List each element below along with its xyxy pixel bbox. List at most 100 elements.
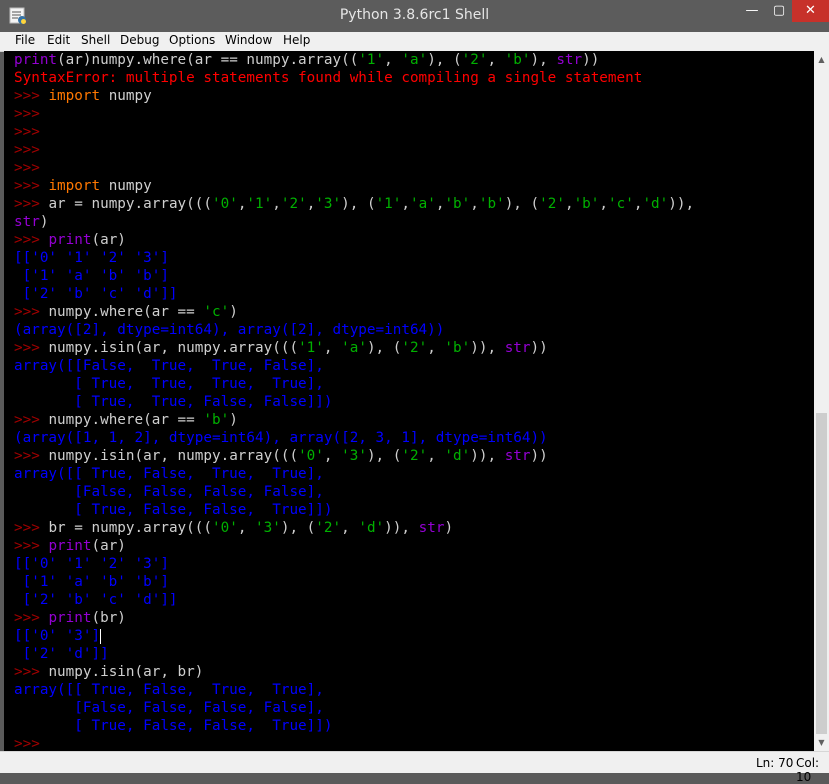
code-text: ), ( <box>280 520 316 536</box>
builtin-text: str <box>504 448 531 464</box>
shell-lines: print(ar)numpy.where(ar == numpy.array((… <box>14 51 694 751</box>
code-text: (br) <box>91 610 126 626</box>
scroll-thumb[interactable] <box>816 413 827 734</box>
code-text: ) <box>229 412 238 428</box>
string-literal: '2' <box>315 520 342 536</box>
string-literal: 'd' <box>358 520 385 536</box>
string-literal: '2' <box>401 448 428 464</box>
code-text: , <box>564 196 574 212</box>
vertical-scrollbar[interactable]: ▲ ▼ <box>814 51 829 751</box>
shell-line: [['0' '1' '2' '3'] <box>14 555 694 573</box>
string-literal: '2' <box>280 196 307 212</box>
menu-options[interactable]: Options <box>169 33 215 47</box>
code-text: (ar) <box>91 538 126 554</box>
code-text: ) <box>229 304 238 320</box>
shell-line: [ True, True, False, False]]) <box>14 393 694 411</box>
shell-line: array([[ True, False, True, True], <box>14 465 694 483</box>
code-text: ), <box>530 52 557 68</box>
builtin-text: print <box>14 52 58 68</box>
output-text: [ True, False, False, True]]) <box>14 718 333 734</box>
string-literal: '3' <box>315 196 342 212</box>
code-text: , <box>272 196 281 212</box>
output-text: [False, False, False, False], <box>14 700 324 716</box>
output-text: [ True, True, False, False]]) <box>14 394 333 410</box>
code-text: numpy.isin(ar, numpy.array((( <box>48 448 299 464</box>
prompt-marker: >>> <box>14 664 49 680</box>
close-button[interactable]: ✕ <box>792 0 829 22</box>
code-text: )) <box>530 340 548 356</box>
string-literal: '1' <box>375 196 402 212</box>
status-bar: Ln: 70 Col: 10 <box>0 751 829 784</box>
shell-line: >>> import numpy <box>14 177 694 195</box>
output-text: array([[ True, False, True, True], <box>14 466 324 482</box>
scroll-up-arrow-icon[interactable]: ▲ <box>814 51 829 68</box>
code-text: ) <box>444 520 454 536</box>
code-text: , <box>237 520 256 536</box>
builtin-text: str <box>556 52 583 68</box>
minimize-button[interactable]: — <box>738 0 766 22</box>
output-text: ['1' 'a' 'b' 'b'] <box>14 268 169 284</box>
output-text: [ True, False, False, True]]) <box>14 502 333 518</box>
menu-debug[interactable]: Debug <box>120 33 159 47</box>
code-text: , <box>599 196 609 212</box>
prompt-marker: >>> <box>14 304 49 320</box>
string-literal: '2' <box>461 52 488 68</box>
prompt-marker: >>> <box>14 88 49 104</box>
shell-line: SyntaxError: multiple statements found w… <box>14 69 694 87</box>
shell-line: >>> <box>14 159 694 177</box>
prompt-marker: >>> <box>14 412 49 428</box>
shell-line: [ True, False, False, True]]) <box>14 717 694 735</box>
code-text: )), <box>470 448 505 464</box>
menu-bar: File Edit Shell Debug Options Window Hel… <box>0 32 829 52</box>
shell-text-area[interactable]: print(ar)numpy.where(ar == numpy.array((… <box>4 51 814 751</box>
string-literal: 'd' <box>642 196 669 212</box>
code-text: , <box>401 196 410 212</box>
code-text: , <box>341 520 359 536</box>
prompt-marker: >>> <box>14 520 49 536</box>
string-literal: '0' <box>211 520 238 536</box>
shell-line: >>> import numpy <box>14 87 694 105</box>
code-text: )), <box>470 340 505 356</box>
menu-shell[interactable]: Shell <box>81 33 110 47</box>
string-literal: '0' <box>298 448 324 464</box>
code-text: , <box>427 340 445 356</box>
code-text: (ar) <box>91 232 126 248</box>
code-text: numpy <box>100 178 152 194</box>
builtin-text: str <box>418 520 445 536</box>
code-text: br = numpy.array((( <box>48 520 212 536</box>
code-text: ), ( <box>341 196 376 212</box>
shell-line: >>> <box>14 141 694 159</box>
shell-line: [ True, True, True, True], <box>14 375 694 393</box>
shell-line: >>> <box>14 735 694 751</box>
shell-line: array([[ True, False, True, True], <box>14 681 694 699</box>
maximize-button[interactable]: ▢ <box>766 0 792 22</box>
output-text: ['1' 'a' 'b' 'b'] <box>14 574 169 590</box>
code-text: ), ( <box>366 340 402 356</box>
menu-edit[interactable]: Edit <box>47 33 70 47</box>
code-text: , <box>384 52 402 68</box>
code-text: )) <box>582 52 600 68</box>
prompt-marker: >>> <box>14 160 40 176</box>
builtin-text: print <box>48 538 92 554</box>
prompt-marker: >>> <box>14 610 49 626</box>
string-literal: 'b' <box>203 412 230 428</box>
prompt-marker: >>> <box>14 736 49 751</box>
string-literal: 'b' <box>444 196 471 212</box>
string-literal: 'a' <box>341 340 367 356</box>
menu-help[interactable]: Help <box>283 33 310 47</box>
prompt-marker: >>> <box>14 448 49 464</box>
prompt-marker: >>> <box>14 124 40 140</box>
scroll-down-arrow-icon[interactable]: ▼ <box>814 734 829 751</box>
output-text: ['2' 'd']] <box>14 646 109 662</box>
string-literal: '1' <box>298 340 324 356</box>
menu-file[interactable]: File <box>15 33 35 47</box>
scroll-track[interactable] <box>814 68 829 734</box>
shell-line: >>> br = numpy.array((('0', '3'), ('2', … <box>14 519 694 537</box>
menu-window[interactable]: Window <box>225 33 272 47</box>
window-title: Python 3.8.6rc1 Shell <box>339 7 490 23</box>
shell-line: >>> numpy.where(ar == 'b') <box>14 411 694 429</box>
string-literal: 'b' <box>504 52 531 68</box>
code-text: , <box>427 448 445 464</box>
shell-line: ['2' 'b' 'c' 'd']] <box>14 591 694 609</box>
keyword-text: import <box>48 178 101 194</box>
